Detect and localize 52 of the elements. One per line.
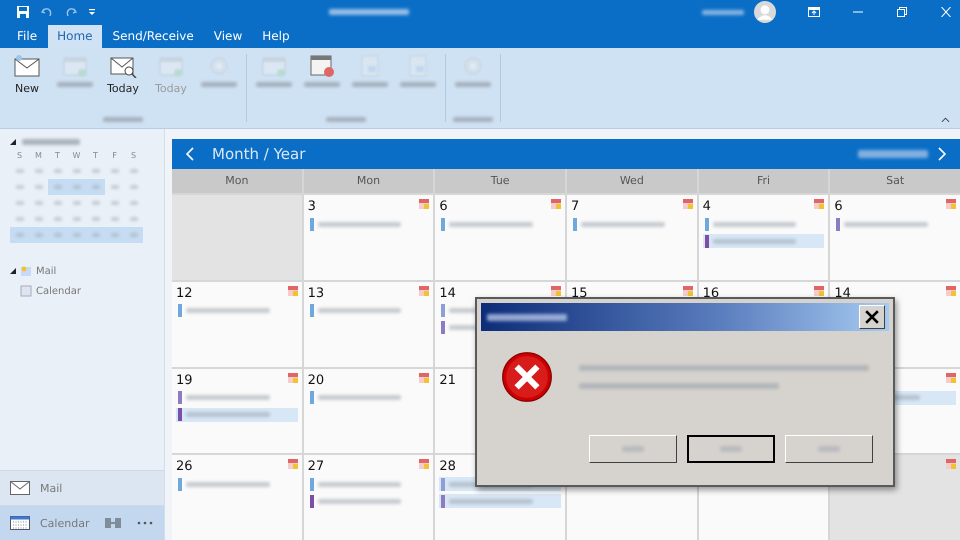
day-number: 27	[308, 459, 324, 474]
day-cell[interactable]: 6	[830, 195, 960, 280]
day-number: 19	[176, 372, 193, 388]
day-number: 16	[702, 286, 720, 301]
day-cell[interactable]: 13	[304, 282, 434, 366]
ribbon-tab[interactable]: Send/Receive	[104, 25, 203, 48]
day-number: 14	[834, 286, 851, 301]
weekday-header: Tue	[435, 169, 565, 193]
weekday-header: Sat	[830, 169, 960, 193]
weekday-label: W	[72, 150, 82, 162]
day-cell[interactable]: 3	[304, 195, 434, 280]
weekday-label: T	[54, 150, 61, 162]
weekday-header: Mon	[172, 169, 302, 193]
day-cell[interactable]: 27	[304, 455, 434, 540]
day-cell[interactable]: 12	[172, 282, 302, 366]
calendar-title: Month / Year	[212, 145, 306, 163]
day-number: 3	[308, 199, 316, 214]
nav-item[interactable]: Mail	[0, 470, 164, 505]
day-number: 21	[439, 372, 456, 388]
weekday-header: Mon	[304, 169, 434, 193]
weekday-label: M	[34, 150, 43, 162]
folder-label[interactable]: Calendar	[36, 286, 81, 296]
ribbon-tab[interactable]: View	[204, 25, 252, 48]
day-number: 4	[702, 199, 711, 214]
weekday-label: T	[92, 150, 99, 162]
day-cell[interactable]: 19	[172, 368, 302, 454]
weekday-label: F	[111, 150, 118, 162]
weekday-header: Fri	[698, 169, 828, 193]
day-number: 28	[439, 459, 456, 474]
folder-label[interactable]: Mail	[36, 266, 56, 276]
day-number: 6	[439, 199, 448, 214]
day-cell[interactable]: 4	[698, 195, 828, 280]
ribbon-tab[interactable]: Help	[253, 25, 299, 48]
day-number: 14	[439, 286, 456, 301]
ribbon-tab[interactable]: File	[8, 25, 46, 48]
weekday-label: S	[16, 150, 24, 162]
day-number: 6	[834, 199, 843, 214]
day-cell[interactable]: 20	[304, 368, 434, 454]
day-cell[interactable]: 7	[567, 195, 697, 280]
day-number: 15	[571, 286, 588, 301]
weekday-header: Wed	[567, 169, 697, 193]
day-number: 13	[308, 286, 324, 301]
day-number: 12	[176, 286, 193, 301]
day-number: 26	[176, 459, 193, 474]
day-number: 7	[571, 199, 580, 214]
day-number: 20	[308, 372, 324, 388]
day-cell[interactable]: 6	[435, 195, 565, 280]
ribbon-button[interactable]: New	[4, 52, 50, 117]
day-cell[interactable]: 26	[172, 455, 302, 540]
ribbon-tab[interactable]: Home	[48, 25, 102, 48]
ribbon-button[interactable]: Today	[100, 52, 146, 117]
weekday-label: S	[130, 150, 138, 162]
